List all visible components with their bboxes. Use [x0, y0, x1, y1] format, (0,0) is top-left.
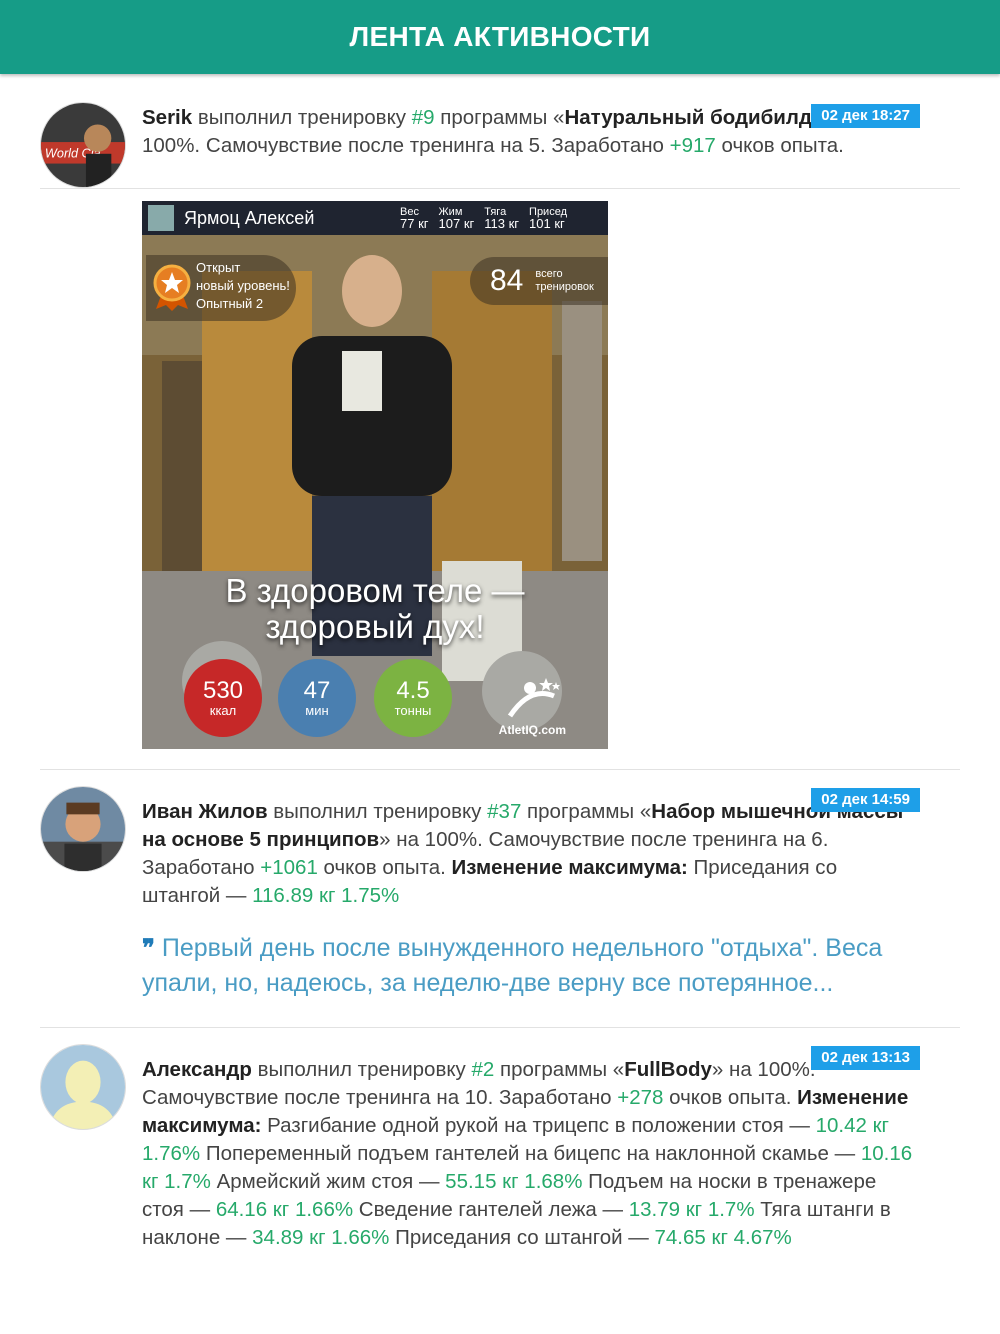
- athlete-logo-icon: [508, 678, 561, 718]
- total-workouts-count: 84: [490, 264, 524, 297]
- calories-unit: ккал: [209, 703, 237, 718]
- tonnage-value: 4.5: [396, 677, 430, 704]
- duration-unit: мин: [305, 703, 329, 718]
- default-avatar-icon: [41, 1045, 125, 1129]
- tonnage-unit: тонны: [394, 703, 432, 718]
- stat-deadlift: Тяга 113 кг: [484, 206, 519, 230]
- post-date-badge: 02 дек 14:59: [811, 788, 920, 812]
- post-text-part: выполнил тренировку: [251, 1058, 472, 1081]
- motto-line: здоровый дух!: [265, 608, 485, 645]
- total-label-line: тренировок: [535, 281, 594, 293]
- feed-post: 02 дек 13:13 Александр выполнил трениров…: [40, 1028, 960, 1278]
- max-item-name: Сведение гантелей лежа —: [353, 1198, 629, 1221]
- stat-value: 113 кг: [484, 216, 520, 231]
- total-workouts-badge: 84 всего тренировок: [470, 257, 608, 305]
- workout-share-card: Ярмоц Алексей Вес 77 кг Жим 107 кг Тяга 113…: [40, 189, 960, 770]
- stat-value: 107 кг: [438, 216, 475, 231]
- avatar[interactable]: [40, 786, 126, 872]
- card-avatar: [148, 205, 174, 231]
- total-label-line: всего: [535, 268, 563, 280]
- page-header: ЛЕНТА АКТИВНОСТИ: [0, 0, 1000, 74]
- post-text-part: программы «: [521, 800, 652, 823]
- level-up-badge: Открыт новый уровень! Опытный 2: [146, 255, 296, 321]
- post-text-part: программы «: [494, 1058, 625, 1081]
- post-text-part: очков опыта.: [663, 1086, 798, 1109]
- xp-value: +1061: [260, 856, 318, 879]
- level-text: Открыт: [196, 260, 241, 275]
- max-item-name: Попеременный подъем гантелей на бицепс н…: [200, 1142, 861, 1165]
- level-name: Опытный 2: [196, 296, 264, 311]
- max-item-value: 74.65 кг 4.67%: [654, 1226, 792, 1249]
- post-quote: ❞ Первый день после вынужденного недельн…: [142, 930, 960, 1001]
- motto-text: В здоровом теле — здоровый дух!: [142, 573, 608, 645]
- max-item-name: Приседания со штангой —: [389, 1226, 655, 1249]
- program-link[interactable]: FullBody: [624, 1058, 712, 1081]
- stat-value: 77 кг: [400, 216, 429, 231]
- xp-value: +278: [617, 1086, 664, 1109]
- level-text: новый уровень!: [196, 278, 290, 293]
- calories-circle: 530 ккал: [184, 659, 262, 737]
- calories-value: 530: [202, 677, 244, 704]
- user-name-link[interactable]: Александр: [142, 1058, 252, 1081]
- post-date-badge: 02 дек 13:13: [811, 1046, 920, 1070]
- max-change-label: Изменение максимума:: [451, 856, 688, 879]
- page-title: ЛЕНТА АКТИВНОСТИ: [349, 21, 651, 52]
- brand-logo: AtletIQ.com: [499, 676, 566, 737]
- tonnage-circle: 4.5 тонны: [374, 659, 452, 737]
- activity-feed: World Cla 02 дек 18:27 Serik выполнил тр…: [0, 74, 1000, 1278]
- post-text-part: программы «: [434, 106, 565, 129]
- share-photo[interactable]: Ярмоц Алексей Вес 77 кг Жим 107 кг Тяга 113…: [142, 201, 608, 749]
- stat-value: 101 кг: [529, 216, 565, 231]
- workout-link[interactable]: #9: [412, 106, 435, 129]
- duration-value: 47: [303, 677, 331, 704]
- max-item-value: 116.89 кг 1.75%: [252, 884, 400, 907]
- stat-weight: Вес 77 кг: [400, 206, 429, 230]
- motto-line: В здоровом теле —: [225, 572, 525, 609]
- workout-link[interactable]: #37: [487, 800, 521, 823]
- avatar[interactable]: [40, 1044, 126, 1130]
- max-item-name: Армейский жим стоя —: [210, 1170, 446, 1193]
- brand-name: AtletIQ.com: [498, 723, 566, 737]
- card-user-name: Ярмоц Алексей: [184, 207, 315, 228]
- max-item-value: 64.16 кг 1.66%: [215, 1198, 354, 1221]
- max-item-value: 34.89 кг 1.66%: [252, 1226, 390, 1249]
- post-text-part: очков опыта.: [715, 134, 844, 157]
- user-name-link[interactable]: Serik: [142, 106, 192, 129]
- program-link[interactable]: Натуральный бодибилдинг: [564, 106, 845, 129]
- feed-post: World Cla 02 дек 18:27 Serik выполнил тр…: [40, 74, 960, 189]
- avatar[interactable]: World Cla: [40, 102, 126, 188]
- feed-post: 02 дек 14:59 Иван Жилов выполнил трениро…: [40, 770, 960, 1028]
- xp-value: +917: [669, 134, 716, 157]
- post-date-badge: 02 дек 18:27: [811, 104, 920, 128]
- post-text: Александр выполнил тренировку #2 програм…: [142, 1056, 960, 1252]
- workout-link[interactable]: #2: [472, 1058, 495, 1081]
- card-header-bar: Ярмоц Алексей Вес 77 кг Жим 107 кг Тяга 113…: [142, 201, 608, 235]
- stat-squat: Присед 101 кг: [529, 206, 567, 230]
- post-text-part: выполнил тренировку: [267, 800, 488, 823]
- max-item-name: Разгибание одной рукой на трицепс в поло…: [261, 1114, 816, 1137]
- user-name-link[interactable]: Иван Жилов: [142, 800, 268, 823]
- quote-icon: ❞: [142, 933, 155, 962]
- total-workouts-label: всего тренировок: [535, 268, 593, 294]
- post-text: Иван Жилов выполнил тренировку #37 прогр…: [142, 798, 960, 910]
- max-item-value: 55.15 кг 1.68%: [445, 1170, 583, 1193]
- post-text-part: выполнил тренировку: [192, 106, 412, 129]
- quote-text: Первый день после вынужденного недельног…: [142, 934, 883, 997]
- medal-icon: [153, 264, 191, 311]
- duration-circle: 47 мин: [278, 659, 356, 737]
- post-text-part: очков опыта.: [317, 856, 452, 879]
- max-item-value: 13.79 кг 1.7%: [628, 1198, 755, 1221]
- stat-bench: Жим 107 кг: [439, 206, 475, 230]
